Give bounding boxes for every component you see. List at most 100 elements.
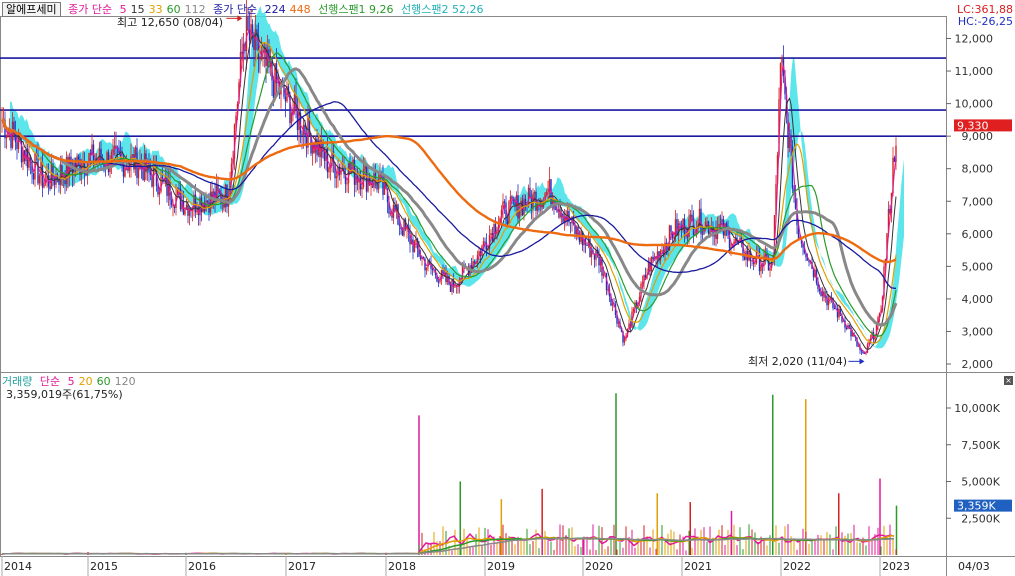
price-tick-label: 4,000 xyxy=(962,293,994,306)
ma-period-60: 60 xyxy=(166,3,181,16)
candle-body xyxy=(184,209,186,215)
candle-body xyxy=(533,192,536,194)
candle-body xyxy=(524,198,527,205)
candle-body xyxy=(328,167,330,173)
ma-period-112: 112 xyxy=(184,3,206,16)
candle-body xyxy=(200,197,203,213)
candle-body xyxy=(496,231,498,235)
candle-body xyxy=(85,173,87,175)
candle-body xyxy=(272,80,275,99)
candle-body xyxy=(170,200,173,206)
year-label: 2014 xyxy=(4,560,32,573)
price-tick-label: 12,000 xyxy=(955,33,994,46)
span2-label: 선행스팬2 52,26 xyxy=(401,3,484,16)
candle-body xyxy=(760,265,762,272)
candle-body xyxy=(764,253,767,257)
candle-body xyxy=(751,260,753,262)
candle-body xyxy=(425,267,428,271)
volume-period-120: 120 xyxy=(114,375,136,388)
candle-body xyxy=(743,257,746,260)
year-label: 2019 xyxy=(487,560,515,573)
candle-body xyxy=(346,183,348,185)
current-price-label: 9,330 xyxy=(957,119,989,132)
price-tick-label: 6,000 xyxy=(962,228,994,241)
candle-body xyxy=(535,192,537,211)
candle-body xyxy=(206,200,209,202)
stock-chart: 12,00011,00010,0009,0008,0007,0006,0005,… xyxy=(0,0,1015,576)
candle-body xyxy=(58,180,60,185)
candle-body xyxy=(569,222,572,224)
candle-body xyxy=(323,151,326,161)
volume-legend: 거래량 단순 5 20 60 120 xyxy=(2,375,136,389)
candle-body xyxy=(413,241,416,253)
volume-ma-label: 단순 xyxy=(39,375,61,388)
candle-body xyxy=(196,211,198,213)
ma-long-label: 종가 단순 xyxy=(213,3,258,16)
candle-body xyxy=(611,303,614,306)
candle-body xyxy=(178,187,180,189)
candle-body xyxy=(161,176,164,179)
candle-body xyxy=(701,233,704,235)
candle-body xyxy=(77,156,80,160)
close-icon[interactable]: × xyxy=(1004,376,1013,385)
candle-body xyxy=(676,219,678,236)
candle-body xyxy=(431,268,434,270)
price-tick-label: 7,000 xyxy=(962,195,994,208)
candle-body xyxy=(554,208,557,210)
candle-body xyxy=(5,135,8,139)
candle-body xyxy=(506,220,509,225)
candle-body xyxy=(473,261,476,264)
high-annotation: 최고 12,650 (08/04) xyxy=(117,16,223,29)
volume-period-20: 20 xyxy=(78,375,93,388)
candle-body xyxy=(259,58,261,60)
year-label: 2016 xyxy=(188,560,216,573)
candle-body xyxy=(706,221,708,223)
year-label: 2022 xyxy=(783,560,811,573)
candle-body xyxy=(503,201,506,203)
volume-summary: 3,359,019주(61,75%) xyxy=(6,388,123,401)
candle-body xyxy=(253,37,255,50)
volume-period-list: 5 20 60 120 xyxy=(64,375,136,388)
year-label: 2020 xyxy=(585,560,613,573)
candle-body xyxy=(586,244,588,246)
candle-body xyxy=(857,346,860,348)
span1-label: 선행스팬1 9,26 xyxy=(318,3,394,16)
stock-name-box[interactable]: 알에프세미 xyxy=(2,2,61,17)
candle-body xyxy=(670,225,672,232)
candle-body xyxy=(364,166,366,170)
year-label: 2015 xyxy=(90,560,118,573)
volume-tick-label: 2,500K xyxy=(961,512,1000,525)
candle-body xyxy=(38,175,41,184)
ma-period-33: 33 xyxy=(148,3,163,16)
candle-body xyxy=(290,113,293,124)
candle-body xyxy=(98,148,101,162)
price-tick-label: 3,000 xyxy=(962,325,994,338)
current-volume-label: 3,359K xyxy=(957,500,996,513)
candle-body xyxy=(365,166,368,192)
candle-body xyxy=(254,29,257,50)
price-tick-label: 5,000 xyxy=(962,260,994,273)
candle-body xyxy=(16,142,18,149)
low-annotation: 최저 2,020 (11/04) xyxy=(748,355,847,368)
candle-body xyxy=(437,281,440,283)
candle-body xyxy=(754,263,756,265)
volume-tick-label: 5,000K xyxy=(961,476,1000,489)
candle-body xyxy=(50,163,53,189)
candle-body xyxy=(247,16,249,31)
candle-body xyxy=(679,223,681,225)
candle-body xyxy=(373,173,375,188)
candle-body xyxy=(301,133,303,135)
candle-body xyxy=(652,256,654,260)
candle-body xyxy=(166,176,168,196)
candle-body xyxy=(829,297,831,300)
candle-body xyxy=(490,233,492,235)
candle-body xyxy=(43,182,45,188)
price-tick-label: 10,000 xyxy=(955,98,994,111)
candle-body xyxy=(284,96,287,102)
price-legend: 알에프세미 종가 단순 5 15 33 60 112 종가 단순 224 448 선행스팬… xyxy=(2,2,484,17)
candle-body xyxy=(217,185,219,191)
candle-body xyxy=(781,56,783,64)
candle-body xyxy=(454,286,456,288)
ma-long-period-224: 224 xyxy=(264,3,286,16)
candle-body xyxy=(248,30,251,41)
